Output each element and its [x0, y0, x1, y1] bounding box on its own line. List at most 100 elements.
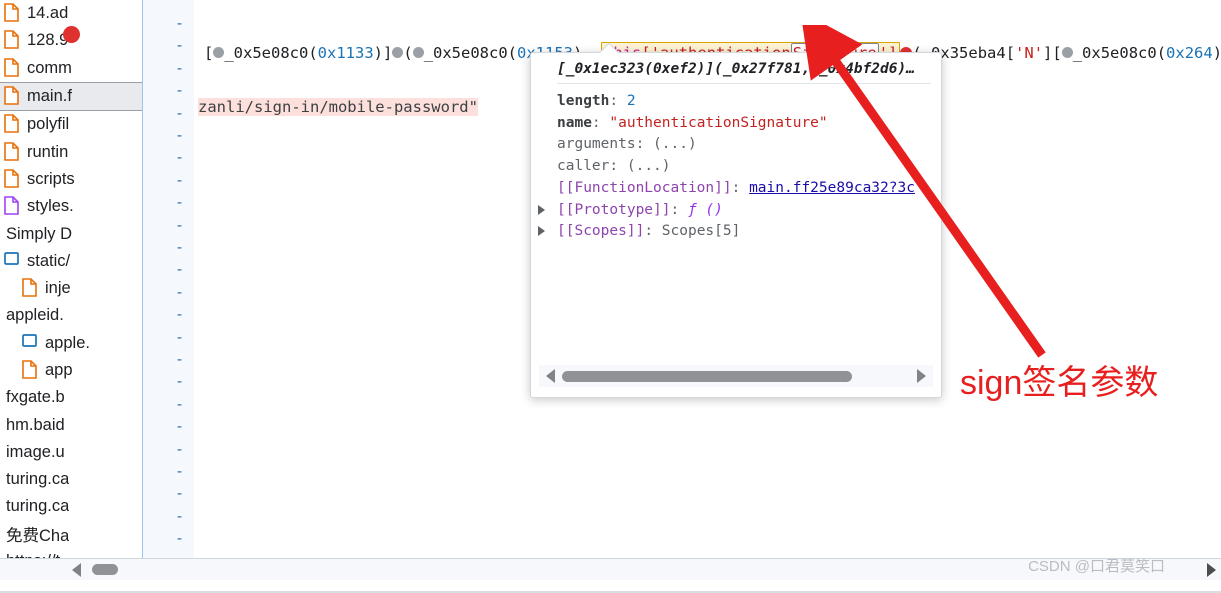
devtools-sources-panel: -------------------------- [_0x5e08c0(0x… [0, 0, 1221, 593]
file-list-item[interactable]: scripts [0, 166, 142, 193]
expand-triangle-icon[interactable] [538, 204, 545, 215]
file-list-item[interactable]: main.f [0, 81, 142, 112]
property-separator: : [670, 201, 688, 218]
folder-icon [22, 333, 39, 354]
file-list-item[interactable]: appleid. [0, 302, 142, 329]
collapsed-dot-icon [412, 47, 424, 58]
gutter-line-marker[interactable]: - [175, 393, 184, 416]
file-list-item[interactable]: 免费Cha [0, 521, 142, 548]
popup-property-row[interactable]: [[Scopes]]: Scopes[5] [538, 220, 935, 242]
breakpoint-marker[interactable] [63, 26, 80, 43]
popup-function-signature: [_0x1ec323(0xef2)](_0x27f781, _0x4bf2d6)… [557, 61, 931, 84]
gutter-line-marker[interactable]: - [175, 326, 184, 349]
collapsed-dot-icon [392, 47, 404, 58]
gutter-line-marker[interactable]: - [175, 460, 184, 483]
gutter-line-marker[interactable]: - [175, 281, 184, 304]
scroll-right-arrow-icon[interactable] [1207, 562, 1216, 577]
scrollbar-thumb[interactable] [92, 564, 118, 575]
code-token: _0x5e08c0( [1072, 44, 1167, 62]
gutter-line-marker[interactable]: - [175, 258, 184, 281]
popup-property-row[interactable]: [[FunctionLocation]]: main.ff25e89ca32?3… [557, 177, 935, 199]
property-value: 2 [626, 93, 636, 109]
file-list-item-label: polyfil [27, 115, 70, 134]
file-js-icon [4, 3, 21, 24]
popup-property-row[interactable]: caller: (...) [557, 155, 935, 177]
property-value: "authenticationSignature" [609, 114, 828, 131]
file-list-item-label: static/ [27, 251, 71, 270]
gutter-line-marker[interactable]: - [175, 79, 184, 102]
annotation-label: sign签名参数 [960, 364, 1159, 402]
gutter-line-marker[interactable]: - [175, 191, 184, 214]
code-token: ][ [1043, 44, 1062, 62]
code-token: _0x5e08c0( [224, 44, 318, 62]
file-list-item[interactable]: apple. [0, 330, 142, 357]
file-navigator-sidebar[interactable]: 14.ad 128.9 comm main.f polyfil runtin scripts… [0, 0, 142, 591]
file-list-item[interactable]: hm.baid [0, 411, 142, 438]
scrollbar-thumb[interactable] [562, 370, 852, 382]
file-list-item[interactable]: fxgate.b [0, 384, 142, 411]
property-separator: : [731, 179, 750, 196]
file-list-item-label: app [45, 361, 73, 379]
gutter-line-marker[interactable]: - [175, 527, 184, 550]
file-list-item[interactable]: comm [0, 55, 142, 82]
file-list-item-label: hm.baid [6, 415, 65, 434]
gutter-line-marker[interactable]: - [175, 169, 184, 192]
code-number: 0x264 [1166, 44, 1213, 62]
gutter-line-marker[interactable]: - [175, 214, 184, 237]
file-list-item[interactable]: polyfil [0, 111, 142, 138]
gutter-line-marker[interactable]: - [175, 348, 184, 371]
gutter-line-marker[interactable]: - [175, 415, 184, 438]
file-list-item[interactable]: app [0, 357, 142, 384]
gutter-line-marker[interactable]: - [175, 102, 184, 125]
gutter-line-marker[interactable]: - [175, 146, 184, 169]
popup-property-row[interactable]: name: "authenticationSignature" [557, 112, 935, 134]
gutter-line-marker[interactable]: - [175, 303, 184, 326]
file-list-item[interactable]: runtin [0, 138, 142, 165]
code-line[interactable]: [_0x5e08c0(0x1133)](_0x5e08c0(0x1153), t… [148, 20, 1221, 64]
expand-triangle-icon[interactable] [538, 226, 545, 237]
editor-gutter[interactable]: -------------------------- [142, 0, 194, 591]
popup-property-row[interactable]: [[Prototype]]: ƒ () [538, 199, 935, 221]
gutter-line-marker[interactable]: - [175, 482, 184, 505]
file-list-item[interactable]: static/ [0, 248, 142, 275]
gutter-line-marker[interactable]: - [175, 236, 184, 259]
file-list-item[interactable]: Simply D [0, 220, 142, 247]
file-list-item[interactable]: 14.ad [0, 0, 142, 27]
gutter-line-marker[interactable]: - [175, 57, 184, 80]
popup-horizontal-scrollbar[interactable] [539, 365, 933, 387]
gutter-line-marker[interactable]: - [175, 370, 184, 393]
object-preview-popup[interactable]: [_0x1ec323(0xef2)](_0x27f781, _0x4bf2d6)… [530, 52, 942, 398]
scroll-right-arrow-icon[interactable] [917, 369, 926, 383]
file-list-item-label: runtin [27, 142, 69, 161]
file-list-item-label: fxgate.b [6, 388, 65, 407]
popup-property-row[interactable]: length: 2 [557, 90, 935, 112]
gutter-line-marker[interactable]: - [175, 124, 184, 147]
file-list-item[interactable]: image.u [0, 439, 142, 466]
property-value[interactable]: main.ff25e89ca32?3c [749, 180, 915, 196]
property-key: arguments [557, 136, 636, 153]
property-key: [[FunctionLocation]] [557, 179, 732, 196]
file-list-item[interactable]: turing.ca [0, 493, 142, 520]
file-list-item[interactable]: inje [0, 275, 142, 302]
popup-property-row[interactable]: arguments: (...) [557, 133, 935, 155]
scroll-left-arrow-icon[interactable] [546, 369, 555, 383]
file-list-item[interactable]: styles. [0, 193, 142, 220]
property-separator: : [591, 114, 610, 131]
gutter-line-marker[interactable]: - [175, 438, 184, 461]
scroll-left-arrow-icon[interactable] [72, 562, 81, 577]
popup-arrow-icon [598, 42, 620, 53]
gutter-line-marker[interactable]: - [175, 12, 184, 35]
file-js-icon [4, 114, 21, 135]
file-list-item-label: inje [45, 279, 71, 298]
property-separator: : [644, 223, 662, 240]
property-key: name [557, 114, 592, 131]
property-value: ƒ () [687, 201, 723, 218]
file-list-item-label: apple. [45, 333, 90, 352]
file-list-item-label: 14.ad [27, 4, 69, 23]
file-list-item-label: appleid. [6, 306, 64, 325]
file-list-item[interactable]: turing.ca [0, 466, 142, 493]
file-js-icon [22, 360, 39, 381]
code-token: )], { [1213, 44, 1221, 62]
gutter-line-marker[interactable]: - [175, 34, 184, 57]
gutter-line-marker[interactable]: - [175, 505, 184, 528]
